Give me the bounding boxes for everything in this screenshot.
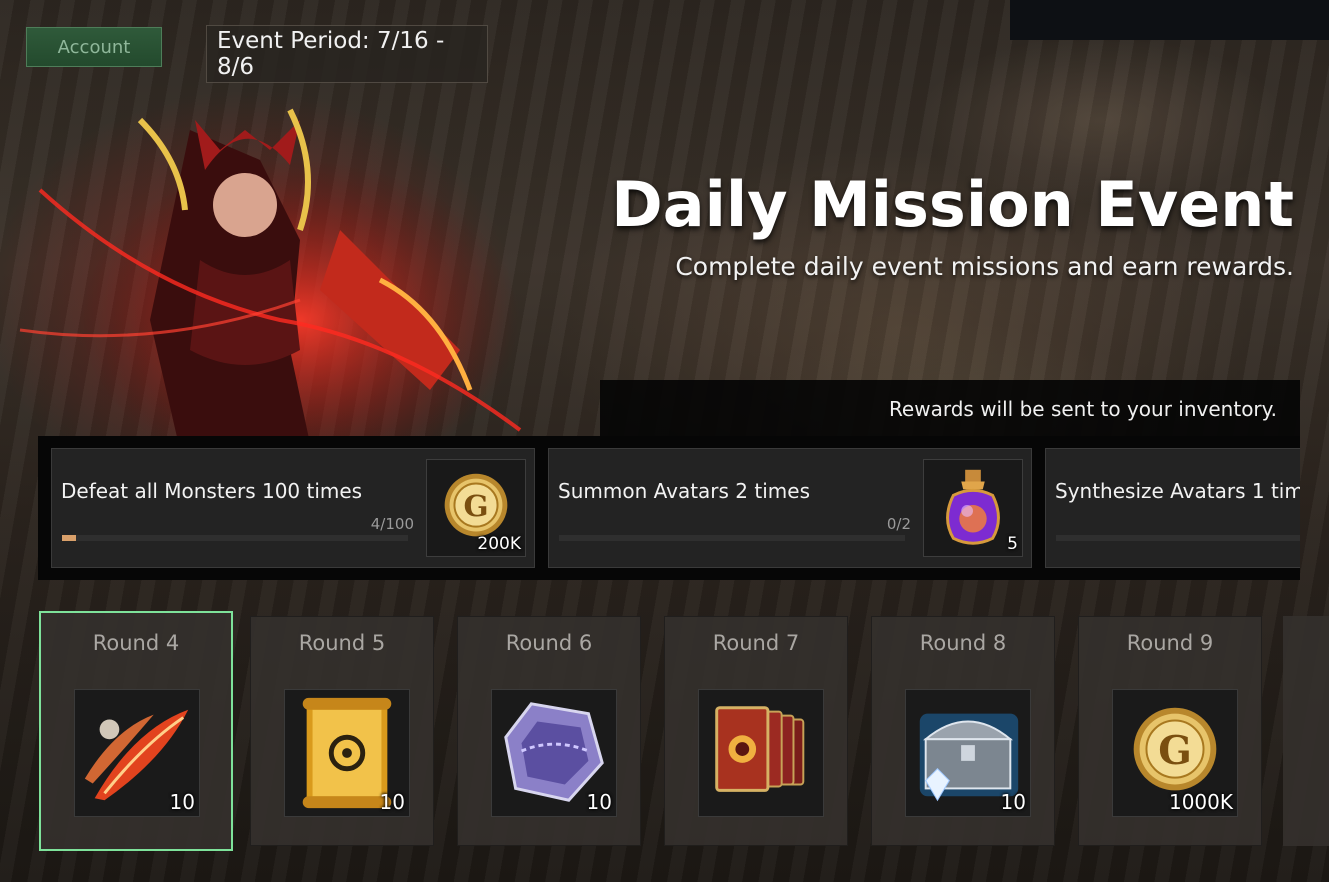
event-period-label: Event Period: 7/16 - 8/6	[206, 25, 488, 83]
reward-quantity: 200K	[477, 534, 521, 554]
round-reward-quantity: 10	[169, 790, 195, 814]
mission-card[interactable]: Summon Avatars 2 times 0/2 5	[548, 448, 1032, 568]
mission-progress-bar	[62, 535, 408, 541]
round-label: Round 7	[712, 631, 800, 655]
round-reward-quantity: 10	[586, 790, 612, 814]
round-card-8[interactable]: Round 8 10	[871, 616, 1055, 846]
mission-reward-slot[interactable]: 5	[923, 459, 1023, 557]
round-card-4[interactable]: Round 4 10	[39, 611, 233, 851]
round-label: Round 8	[919, 631, 1007, 655]
mission-progress-text: 4/100	[370, 515, 414, 533]
page-subtitle: Complete daily event missions and earn r…	[675, 252, 1294, 281]
round-reward-slot[interactable]: 10	[74, 689, 200, 817]
round-reward-quantity: 10	[379, 790, 405, 814]
mission-progress-text: 0/2	[886, 515, 911, 533]
mission-title: Synthesize Avatars 1 time	[1055, 479, 1300, 503]
round-reward-slot[interactable]	[698, 689, 824, 817]
round-card-next[interactable]	[1283, 616, 1329, 846]
round-card-6[interactable]: Round 6 10	[457, 616, 641, 846]
round-reward-quantity: 10	[1000, 790, 1026, 814]
svg-text:G: G	[463, 488, 488, 523]
mission-progress-bar	[1056, 535, 1300, 541]
round-card-5[interactable]: Round 5 10	[250, 616, 434, 846]
round-label: Round 6	[505, 631, 593, 655]
mission-title: Defeat all Monsters 100 times	[61, 479, 363, 503]
round-label: Round 4	[92, 631, 180, 655]
reward-quantity: 5	[1007, 534, 1018, 554]
card-pack-icon	[715, 706, 805, 792]
page-title: Daily Mission Event	[611, 168, 1294, 241]
round-reward-quantity: 1000K	[1168, 790, 1233, 814]
mission-card[interactable]: Defeat all Monsters 100 times 4/100 G 20…	[51, 448, 535, 568]
mission-progress-fill	[62, 535, 76, 541]
rewards-note: Rewards will be sent to your inventory.	[888, 397, 1277, 421]
round-reward-slot[interactable]: 10	[905, 689, 1031, 817]
round-card-7[interactable]: Round 7	[664, 616, 848, 846]
round-label: Round 9	[1126, 631, 1214, 655]
round-reward-slot[interactable]: G 1000K	[1112, 689, 1238, 817]
mission-reward-slot[interactable]: G 200K	[426, 459, 526, 557]
mission-card[interactable]: Synthesize Avatars 1 time	[1045, 448, 1300, 568]
round-reward-slot[interactable]: 10	[284, 689, 410, 817]
background-sky	[1010, 0, 1329, 40]
svg-text:G: G	[1158, 728, 1192, 774]
account-button[interactable]: Account	[26, 27, 162, 67]
round-label: Round 5	[298, 631, 386, 655]
mission-progress-bar	[559, 535, 905, 541]
missions-panel[interactable]: Defeat all Monsters 100 times 4/100 G 20…	[38, 436, 1300, 580]
round-card-9[interactable]: Round 9 G 1000K	[1078, 616, 1262, 846]
round-reward-slot[interactable]: 10	[491, 689, 617, 817]
mission-title: Summon Avatars 2 times	[558, 479, 810, 503]
